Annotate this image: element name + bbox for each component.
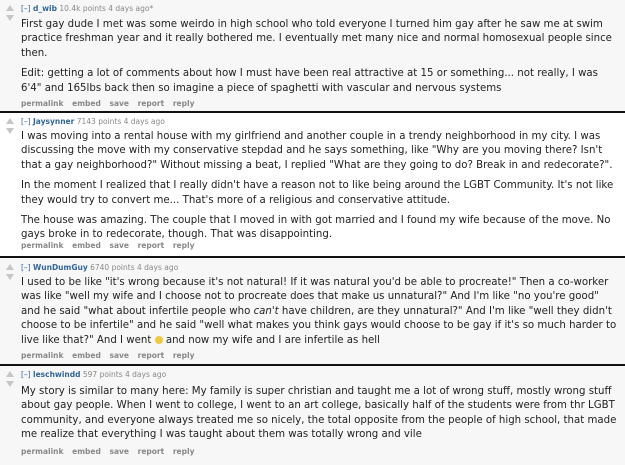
vote-arrows <box>4 118 16 134</box>
comment-tagline: [–] d_wib 10.4k points 4 days ago* <box>21 4 153 13</box>
embed-link[interactable]: embed <box>72 241 101 250</box>
downvote-arrow-icon[interactable] <box>6 15 14 21</box>
downvote-arrow-icon[interactable] <box>6 128 14 134</box>
comment-4: [–] leschwindd 597 points 4 days ago My … <box>0 366 625 465</box>
downvote-arrow-icon[interactable] <box>6 274 14 280</box>
comment-points: 6740 points <box>90 263 135 272</box>
comment-tagline: [–] WunDumGuy 6740 points 4 days ago <box>21 263 178 272</box>
collapse-toggle[interactable]: [–] <box>21 4 31 13</box>
comment-author[interactable]: d_wib <box>33 4 57 13</box>
save-link[interactable]: save <box>109 99 129 108</box>
emphasis-text: can't <box>253 305 279 317</box>
reply-link[interactable]: reply <box>173 447 195 456</box>
vote-arrows <box>4 264 16 280</box>
report-link[interactable]: report <box>138 447 165 456</box>
comment-points: 597 points <box>82 370 123 379</box>
report-link[interactable]: report <box>138 351 165 360</box>
comment-author[interactable]: leschwindd <box>33 370 80 379</box>
permalink-link[interactable]: permalink <box>21 447 64 456</box>
comment-author[interactable]: WunDumGuy <box>33 263 88 272</box>
upvote-arrow-icon[interactable] <box>6 5 14 11</box>
reply-link[interactable]: reply <box>173 351 195 360</box>
comment-actions: permalink embed save report reply <box>21 241 200 250</box>
comment-actions: permalink embed save report reply <box>21 351 200 360</box>
comment-tagline: [–] leschwindd 597 points 4 days ago <box>21 370 166 379</box>
comment-text: and now my wife and I are infertile as h… <box>162 334 380 346</box>
comment-author[interactable]: Jaysynner <box>33 117 74 126</box>
upvote-arrow-icon[interactable] <box>6 264 14 270</box>
comment-paragraph: I was moving into a rental house with my… <box>21 131 613 171</box>
downvote-arrow-icon[interactable] <box>6 381 14 387</box>
comment-1: [–] d_wib 10.4k points 4 days ago* First… <box>0 0 625 112</box>
comment-time: 4 days ago <box>125 370 167 379</box>
comment-paragraph: Edit: getting a lot of comments about ho… <box>21 68 598 94</box>
comment-time: 4 days ago <box>123 117 165 126</box>
comment-paragraph: I used to be like "it's wrong because it… <box>21 276 619 348</box>
save-link[interactable]: save <box>109 351 129 360</box>
upvote-arrow-icon[interactable] <box>6 371 14 377</box>
comment-actions: permalink embed save report reply <box>21 447 200 456</box>
comment-body: My story is similar to many here: My fam… <box>21 385 619 449</box>
report-link[interactable]: report <box>138 99 165 108</box>
collapse-toggle[interactable]: [–] <box>21 263 31 272</box>
vote-arrows <box>4 371 16 387</box>
save-link[interactable]: save <box>109 241 129 250</box>
permalink-link[interactable]: permalink <box>21 351 64 360</box>
upvote-arrow-icon[interactable] <box>6 118 14 124</box>
save-link[interactable]: save <box>109 447 129 456</box>
reply-link[interactable]: reply <box>173 241 195 250</box>
report-link[interactable]: report <box>138 241 165 250</box>
collapse-toggle[interactable]: [–] <box>21 370 31 379</box>
comment-tagline: [–] Jaysynner 7143 points 4 days ago <box>21 117 165 126</box>
comment-3: [–] WunDumGuy 6740 points 4 days ago I u… <box>0 258 625 364</box>
comment-body: I used to be like "it's wrong because it… <box>21 276 619 354</box>
comment-paragraph: My story is similar to many here: My fam… <box>21 386 617 441</box>
comment-paragraph: First gay dude I met was some weirdo in … <box>21 19 612 59</box>
comment-time: 4 days ago <box>137 263 179 272</box>
comment-points: 7143 points <box>76 117 122 126</box>
embed-link[interactable]: embed <box>72 351 101 360</box>
comment-paragraph: The house was amazing. The couple that I… <box>21 215 611 241</box>
permalink-link[interactable]: permalink <box>21 99 64 108</box>
collapse-toggle[interactable]: [–] <box>21 117 31 126</box>
comment-body: First gay dude I met was some weirdo in … <box>21 18 619 102</box>
comment-paragraph: In the moment I realized that I really d… <box>21 180 614 206</box>
embed-link[interactable]: embed <box>72 99 101 108</box>
comment-actions: permalink embed save report reply <box>21 99 200 108</box>
permalink-link[interactable]: permalink <box>21 241 64 250</box>
vote-arrows <box>4 5 16 21</box>
reply-link[interactable]: reply <box>173 99 195 108</box>
comment-2: [–] Jaysynner 7143 points 4 days ago I w… <box>0 113 625 256</box>
comment-body: I was moving into a rental house with my… <box>21 130 619 249</box>
thinking-face-emoji-icon <box>154 335 163 344</box>
embed-link[interactable]: embed <box>72 447 101 456</box>
comment-points: 10.4k points <box>59 4 106 13</box>
comment-time: 4 days ago* <box>108 4 154 13</box>
